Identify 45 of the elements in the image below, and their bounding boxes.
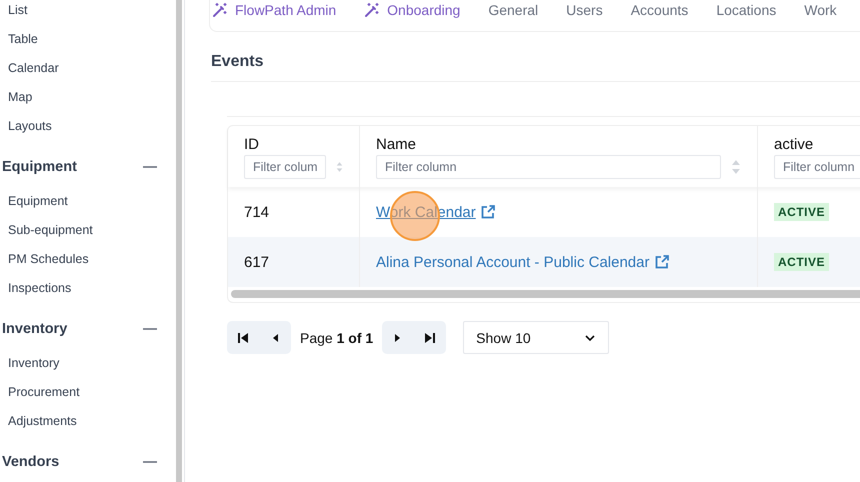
- sidebar-item[interactable]: Equipment: [0, 186, 176, 215]
- magic-wand-icon: [212, 2, 228, 18]
- last-page-icon[interactable]: [424, 332, 436, 344]
- column-header[interactable]: ID: [244, 136, 343, 153]
- tab[interactable]: FlowPath Admin: [212, 2, 336, 18]
- sidebar-item[interactable]: Layouts: [0, 111, 176, 140]
- sidebar-item[interactable]: Inspections: [0, 273, 176, 302]
- horizontal-scrollbar[interactable]: [231, 290, 860, 298]
- sidebar-item[interactable]: List: [0, 0, 176, 24]
- filter-input[interactable]: Filter column: [774, 155, 860, 179]
- sidebar-item[interactable]: PM Schedules: [0, 244, 176, 273]
- table-cell: 617: [244, 254, 270, 270]
- column-header[interactable]: Name: [376, 136, 741, 153]
- sidebar-section-title: Inventory: [2, 321, 68, 337]
- filter-input[interactable]: Filter colum: [244, 155, 326, 179]
- sidebar-item[interactable]: Calendar: [0, 53, 176, 82]
- tab[interactable]: Work: [804, 2, 837, 18]
- calendar-link[interactable]: Alina Personal Account - Public Calendar: [376, 254, 650, 270]
- tab[interactable]: Locations: [716, 2, 776, 18]
- sidebar-item[interactable]: Procurement: [0, 377, 176, 406]
- sidebar-scrollbar[interactable]: [176, 0, 185, 482]
- tab[interactable]: Users: [566, 2, 603, 18]
- page-size-select[interactable]: Show 10: [463, 321, 610, 354]
- table-cell: 714: [244, 204, 270, 220]
- section-title: Events: [211, 53, 860, 82]
- filter-input[interactable]: Filter column: [376, 155, 722, 179]
- magic-wand-icon: [364, 2, 380, 18]
- sidebar-item[interactable]: Sub-equipment: [0, 215, 176, 244]
- tab[interactable]: General: [488, 2, 538, 18]
- sidebar-section-title: Equipment: [2, 159, 77, 175]
- page-indicator: Page 1 of 1: [300, 330, 374, 346]
- sidebar-item[interactable]: Inventory: [0, 348, 176, 377]
- sidebar-section-title: Vendors: [2, 454, 60, 470]
- sidebar-item[interactable]: Map: [0, 82, 176, 111]
- status-badge: ACTIVE: [774, 253, 830, 271]
- tab[interactable]: Onboarding: [364, 2, 460, 18]
- first-page-icon[interactable]: [237, 332, 249, 344]
- tab[interactable]: Accounts: [630, 2, 688, 18]
- sidebar-item[interactable]: Adjustments: [0, 406, 176, 435]
- column-header[interactable]: active: [774, 136, 860, 153]
- sidebar-item[interactable]: Table: [0, 24, 176, 53]
- external-link-icon[interactable]: [654, 254, 670, 270]
- status-badge: ACTIVE: [774, 203, 830, 221]
- chevron-down-icon: [584, 334, 596, 342]
- external-link-icon[interactable]: [480, 204, 496, 220]
